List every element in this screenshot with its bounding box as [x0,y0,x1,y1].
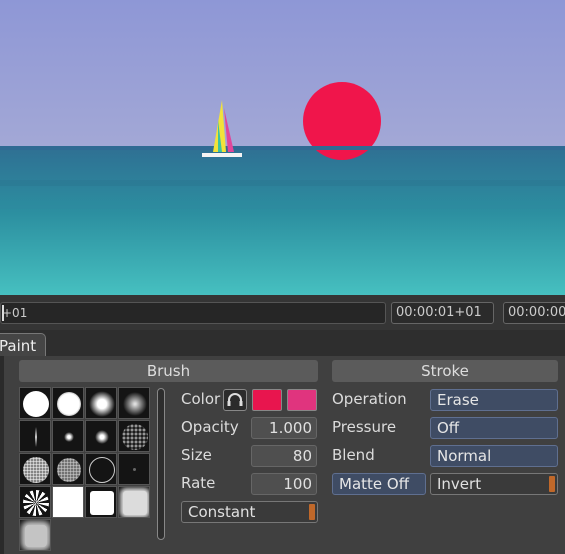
color-label: Color [181,390,221,408]
brush-preset[interactable] [19,453,51,485]
opacity-field[interactable]: 1.000 [251,417,317,439]
brush-preset[interactable] [19,420,51,452]
blend-select[interactable]: Normal [430,445,558,467]
stroke-header: Stroke [332,360,558,382]
size-field[interactable]: 80 [251,445,317,467]
operation-label: Operation [332,390,407,408]
matte-button[interactable]: Matte Off [332,473,426,495]
sky [0,0,565,148]
brush-preset-scrollbar[interactable] [157,388,165,540]
brush-preset[interactable] [19,387,51,419]
brush-preset[interactable] [85,387,117,419]
dropdown-indicator [309,504,315,520]
brush-preset[interactable] [118,486,150,518]
timecode-next[interactable]: 00:00:00 [503,302,565,324]
brush-mode-value: Constant [188,503,256,521]
brush-preset[interactable] [19,486,51,518]
invert-toggle[interactable]: Invert [430,473,558,495]
timecode-current[interactable]: 00:00:01+01 [391,302,494,324]
blend-label: Blend [332,446,375,464]
toggle-indicator [549,476,555,492]
panel-edge [0,356,4,554]
timeline-scrubber[interactable]: +01 [0,302,386,324]
timebar: +01 00:00:01+01 00:00:00 [0,295,565,330]
brush-preset[interactable] [85,486,117,518]
brush-preset[interactable] [52,486,84,518]
brush-preset[interactable] [52,420,84,452]
frame-label: +01 [2,306,28,320]
brush-preset[interactable] [85,453,117,485]
brush-preset[interactable] [52,387,84,419]
opacity-label: Opacity [181,418,239,436]
pressure-select[interactable]: Off [430,417,558,439]
primary-color-swatch[interactable] [252,389,282,411]
brush-preset[interactable] [52,453,84,485]
rate-field[interactable]: 100 [251,473,317,495]
brush-preset[interactable] [118,453,150,485]
pressure-label: Pressure [332,418,397,436]
image-viewer[interactable] [0,0,565,295]
size-label: Size [181,446,212,464]
brush-preset[interactable] [85,420,117,452]
brush-preset-grid [19,387,153,552]
brush-preset[interactable] [118,420,150,452]
sea [0,146,565,295]
color-picker-button[interactable] [223,389,247,411]
invert-label: Invert [437,475,482,493]
rate-label: Rate [181,474,216,492]
brush-preset[interactable] [19,519,51,551]
tab-paint[interactable]: Paint [0,333,46,357]
paint-panel: Brush Stroke Color Opacity 1.000 Size 80… [0,356,565,554]
brush-header: Brush [19,360,318,382]
secondary-color-swatch[interactable] [287,389,317,411]
brush-preset[interactable] [118,387,150,419]
operation-select[interactable]: Erase [430,389,558,411]
brush-mode-dropdown[interactable]: Constant [181,501,318,523]
tab-bar: Paint [0,330,565,357]
viewer-canvas [0,0,565,295]
headphones-icon [227,393,243,406]
